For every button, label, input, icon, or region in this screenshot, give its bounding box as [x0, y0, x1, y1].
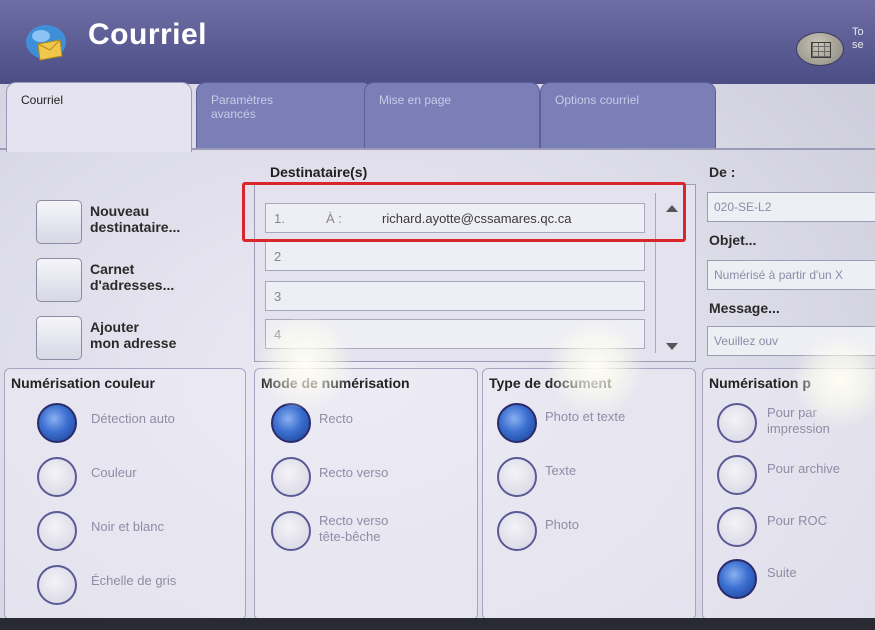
copier-touchscreen: Courriel To se Paramètres avancés Mise e…: [0, 0, 875, 630]
radio-label: Échelle de gris: [91, 573, 177, 588]
email-app-icon: [26, 25, 66, 61]
radio-one-sided[interactable]: [271, 403, 311, 443]
radio-label: Détection auto: [91, 411, 175, 426]
group-title: Mode de numérisation: [261, 375, 410, 391]
app-header: Courriel To se: [0, 0, 875, 84]
recipient-number: 2: [274, 249, 282, 264]
subject-field[interactable]: Numérisé à partir d'un X: [707, 260, 875, 290]
radio-for-archive[interactable]: [717, 455, 757, 495]
radio-label: Recto verso tête-bêche: [319, 513, 389, 544]
radio-photo[interactable]: [497, 511, 537, 551]
tab-advanced-settings[interactable]: Paramètres avancés: [196, 82, 372, 148]
recipient-number: 4: [274, 327, 282, 342]
radio-label: Recto: [319, 411, 353, 426]
radio-label: Noir et blanc: [91, 519, 164, 534]
header-cut-text: To se: [852, 26, 864, 51]
radio-label: Recto verso: [319, 465, 389, 480]
radio-for-ocr[interactable]: [717, 507, 757, 547]
tab-label: Courriel: [21, 93, 64, 107]
tab-label: Mise en page: [379, 93, 452, 107]
message-label[interactable]: Message...: [709, 300, 780, 316]
recipients-title: Destinataire(s): [270, 164, 368, 180]
from-label: De :: [709, 164, 736, 180]
radio-label: Photo et texte: [545, 409, 626, 424]
radio-next[interactable]: [717, 559, 757, 599]
add-my-address-button[interactable]: [36, 316, 82, 360]
color-scan-group: Numérisation couleur Détection auto Coul…: [4, 368, 246, 620]
recipient-row[interactable]: 4: [265, 319, 645, 349]
radio-two-sided[interactable]: [271, 457, 311, 497]
radio-two-sided-head-to-toe[interactable]: [271, 511, 311, 551]
radio-label: Texte: [545, 463, 577, 478]
radio-auto-detect[interactable]: [37, 403, 77, 443]
radio-label: Couleur: [91, 465, 137, 480]
tab-label: Options courriel: [555, 93, 640, 107]
group-title: Type de document: [489, 375, 612, 391]
address-book-label: Carnet d'adresses...: [90, 261, 175, 293]
scroll-down-icon[interactable]: [666, 343, 678, 350]
app-title: Courriel: [88, 18, 208, 51]
tab-email[interactable]: Courriel: [6, 82, 192, 152]
message-field[interactable]: Veuillez ouv: [707, 326, 875, 356]
recipient-number: 3: [274, 289, 282, 304]
radio-label: Pour archive: [767, 461, 840, 476]
group-title: Numérisation couleur: [11, 375, 155, 391]
radio-label: Suite: [767, 565, 797, 580]
add-my-address-label: Ajouter mon adresse: [90, 319, 177, 351]
document-type-group: Type de document Photo et texte Texte Ph…: [482, 368, 696, 620]
annotation-highlight-box: [242, 182, 686, 242]
address-book-button[interactable]: [36, 258, 82, 302]
keypad-icon[interactable]: [796, 32, 844, 66]
radio-grayscale[interactable]: [37, 565, 77, 605]
radio-text[interactable]: [497, 457, 537, 497]
recipient-row[interactable]: 3: [265, 281, 645, 311]
radio-label: Photo: [545, 517, 579, 532]
scan-mode-group: Mode de numérisation Recto Recto verso R…: [254, 368, 478, 620]
tab-email-options[interactable]: Options courriel: [540, 82, 716, 148]
scan-preset-group: Numérisation p Pour par impression Pour …: [702, 368, 875, 620]
radio-black-white[interactable]: [37, 511, 77, 551]
radio-for-printing[interactable]: [717, 403, 757, 443]
recipient-row[interactable]: 2: [265, 241, 645, 271]
subject-label[interactable]: Objet...: [709, 232, 756, 248]
radio-color[interactable]: [37, 457, 77, 497]
screen-bezel: [0, 618, 875, 630]
group-title: Numérisation p: [709, 375, 811, 391]
tab-layout[interactable]: Mise en page: [364, 82, 540, 148]
radio-label: Pour par impression: [767, 405, 830, 436]
new-recipient-button[interactable]: [36, 200, 82, 244]
new-recipient-label: Nouveau destinataire...: [90, 203, 181, 235]
radio-photo-text[interactable]: [497, 403, 537, 443]
tab-label: Paramètres avancés: [211, 93, 274, 121]
from-field[interactable]: 020-SE-L2: [707, 192, 875, 222]
radio-label: Pour ROC: [767, 513, 827, 528]
